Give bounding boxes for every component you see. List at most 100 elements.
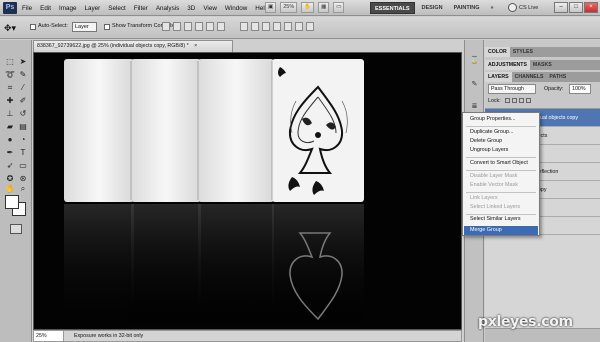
foreground-color-swatch[interactable] [5,195,19,209]
tab-color[interactable]: COLOR [485,47,510,57]
move-tool-icon[interactable]: ✥▾ [4,22,22,34]
tool-presets-icon[interactable]: ✎ [469,80,480,90]
watermark-text: pxleyes.com [478,314,573,330]
menu-separator [466,157,536,158]
menu-item-disable-layer-mask: Disable Layer Mask [470,173,518,179]
marquee-tool-icon[interactable]: ⬚ [4,56,16,67]
adjustments-panel-tabs: ADJUSTMENTS MASKS [485,60,600,70]
show-transform-checkbox[interactable] [104,24,110,30]
type-tool-icon[interactable]: T [17,147,29,158]
menu-item-convert-smart-object[interactable]: Convert to Smart Object [464,159,538,168]
eraser-tool-icon[interactable]: ▰ [4,121,16,132]
path-selection-tool-icon[interactable]: ➶ [4,160,16,171]
move-tool-icon[interactable]: ➤ [17,56,29,67]
zoom-field[interactable]: 25% [34,331,64,341]
document-canvas[interactable] [33,52,462,330]
zoom-level-select[interactable]: 25% [280,2,298,13]
auto-align-icon[interactable] [306,22,314,31]
minimize-button[interactable]: – [554,2,568,13]
brush-panel-icon[interactable]: ≣ [469,102,480,112]
distribute-hcenter-icon[interactable] [284,22,292,31]
align-right-icon[interactable] [217,22,225,31]
menu-image[interactable]: Image [59,5,77,12]
tab-channels[interactable]: CHANNELS [512,72,547,82]
history-brush-tool-icon[interactable]: ↺ [17,108,29,119]
align-top-icon[interactable] [162,22,170,31]
blur-tool-icon[interactable]: ● [4,134,16,145]
distribute-bottom-icon[interactable] [262,22,270,31]
menu-item-delete-group[interactable]: Delete Group [464,137,538,146]
tab-layers[interactable]: LAYERS [485,72,512,82]
menu-3d[interactable]: 3D [187,5,195,12]
menu-select[interactable]: Select [108,5,126,12]
status-info[interactable]: Exposure works in 32-bit only [74,331,143,341]
pen-tool-icon[interactable]: ✒ [4,147,16,158]
options-bar: ✥▾ Auto-Select: Layer Show Transform Con… [0,17,600,39]
menu-view[interactable]: View [203,5,217,12]
tab-paths[interactable]: PATHS [546,72,569,82]
workspace-essentials-button[interactable]: ESSENTIALS [370,2,415,14]
lock-all-icon[interactable] [526,98,531,103]
align-bottom-icon[interactable] [184,22,192,31]
maximize-button[interactable]: □ [569,2,583,13]
align-left-icon[interactable] [195,22,203,31]
close-document-icon[interactable]: × [194,43,197,49]
zoom-tool-icon[interactable]: ⌕ [17,183,29,194]
tab-styles[interactable]: STYLES [510,47,536,57]
screen-mode-icon[interactable]: ▭ [333,2,345,13]
hand-tool-icon[interactable]: ✋ [301,2,315,13]
hand-tool-icon[interactable]: ✋ [4,183,16,194]
menu-bar: Ps File Edit Image Layer Select Filter A… [0,0,600,16]
dodge-tool-icon[interactable]: ◔ [17,134,29,145]
menu-item-select-similar-layers[interactable]: Select Similar Layers [464,215,538,224]
quick-select-tool-icon[interactable]: ✎ [17,69,29,80]
eyedropper-tool-icon[interactable]: ⁄ [17,82,29,93]
menu-file[interactable]: File [22,5,32,12]
align-vcenter-icon[interactable] [173,22,181,31]
healing-brush-tool-icon[interactable]: ✚ [4,95,16,106]
gradient-tool-icon[interactable]: ▤ [17,121,29,132]
document-tab[interactable]: 838367_92739622.jpg @ 25% (individual ob… [33,40,233,52]
close-button[interactable]: × [584,2,598,13]
arrange-documents-icon[interactable]: ▦ [318,2,330,13]
workspace-design-button[interactable]: DESIGN [418,2,447,14]
tab-adjustments[interactable]: ADJUSTMENTS [485,60,530,70]
menu-edit[interactable]: Edit [40,5,51,12]
menu-item-merge-group[interactable]: Merge Group [464,226,538,235]
tab-masks[interactable]: MASKS [530,60,555,70]
blend-mode-select[interactable]: Pass Through [488,84,536,94]
menu-analysis[interactable]: Analysis [156,5,179,12]
quick-mask-icon[interactable] [10,224,22,234]
brush-tool-icon[interactable]: ✐ [17,95,29,106]
lock-image-icon[interactable] [512,98,517,103]
align-hcenter-icon[interactable] [206,22,214,31]
workspace-switcher: ESSENTIALS DESIGN PAINTING » [370,2,498,14]
distribute-top-icon[interactable] [240,22,248,31]
cs-live-icon [508,3,517,12]
auto-select-target-select[interactable]: Layer [72,22,97,32]
menu-item-ungroup-layers[interactable]: Ungroup Layers [464,146,538,155]
lasso-tool-icon[interactable]: ➰ [4,69,16,80]
crop-tool-icon[interactable]: ⌗ [4,82,16,93]
lock-position-icon[interactable] [519,98,524,103]
opacity-field[interactable]: 100% [569,84,591,94]
more-workspaces-button[interactable]: » [487,2,498,14]
lock-transparency-icon[interactable] [505,98,510,103]
distribute-buttons [240,22,314,31]
shape-tool-icon[interactable]: ▭ [17,160,29,171]
history-panel-icon[interactable]: ⌛ [469,56,480,66]
menu-window[interactable]: Window [225,5,247,12]
opacity-label: Opacity: [544,86,564,92]
distribute-left-icon[interactable] [273,22,281,31]
menu-item-duplicate-group[interactable]: Duplicate Group... [464,128,538,137]
workspace-painting-button[interactable]: PAINTING [450,2,484,14]
auto-select-checkbox[interactable] [30,24,36,30]
clone-stamp-tool-icon[interactable]: ⊥ [4,108,16,119]
distribute-vcenter-icon[interactable] [251,22,259,31]
menu-item-group-properties[interactable]: Group Properties... [464,115,538,124]
launch-bridge-icon[interactable]: ▣ [265,2,277,13]
menu-filter[interactable]: Filter [134,5,148,12]
cs-live-button[interactable]: CS Live [508,3,538,12]
menu-layer[interactable]: Layer [85,5,101,12]
distribute-right-icon[interactable] [295,22,303,31]
